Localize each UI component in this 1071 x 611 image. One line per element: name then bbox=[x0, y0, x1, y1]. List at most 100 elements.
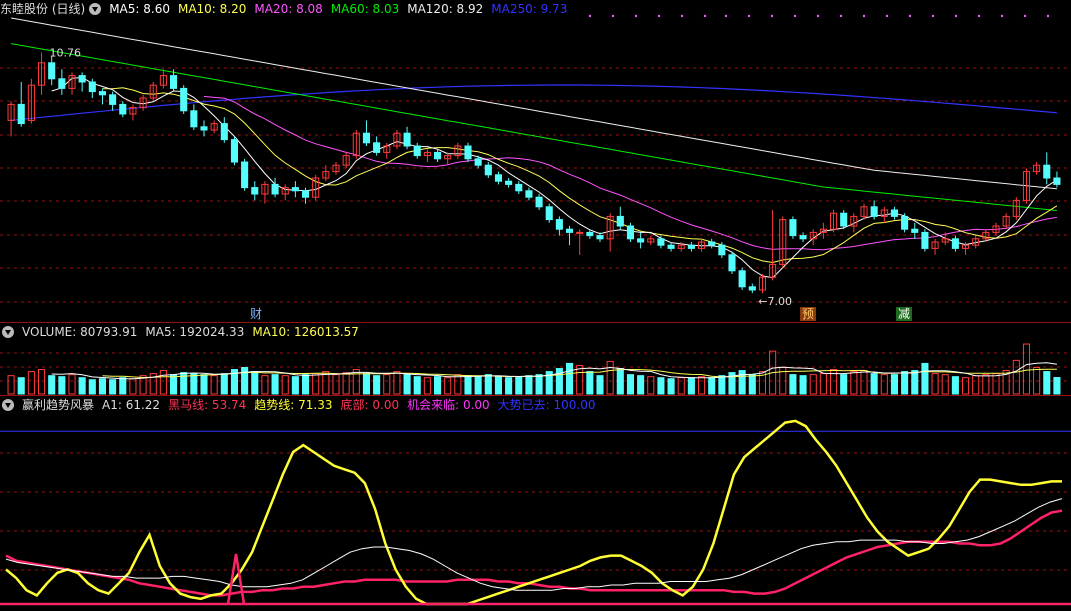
volume-bar bbox=[423, 377, 431, 395]
volume-bar bbox=[383, 374, 391, 395]
volume-bar bbox=[1043, 371, 1051, 395]
candle-body bbox=[667, 244, 675, 249]
volume-bar bbox=[7, 375, 15, 395]
candle-body bbox=[119, 103, 127, 115]
header-dot bbox=[862, 14, 866, 18]
a1-line bbox=[5, 498, 1063, 591]
stock-title[interactable]: 东睦股份 (日线) bbox=[0, 0, 85, 18]
volume-bar bbox=[454, 374, 462, 395]
volume-bar bbox=[251, 371, 259, 395]
volume-bar bbox=[799, 375, 807, 395]
candle-body bbox=[1053, 177, 1061, 185]
volume-bar bbox=[951, 376, 959, 395]
volume-bar bbox=[525, 375, 533, 395]
low-price-label: ←7.00 bbox=[758, 295, 792, 308]
trend-line bbox=[5, 419, 1062, 606]
indicator-name[interactable]: 赢利趋势风暴 bbox=[22, 396, 94, 414]
candle-body bbox=[870, 206, 878, 217]
candle-body bbox=[728, 254, 736, 272]
header-dot bbox=[1023, 14, 1027, 18]
candle-body bbox=[301, 190, 310, 198]
header-dot bbox=[611, 14, 615, 18]
marker-jian[interactable]: 减 bbox=[896, 307, 913, 321]
header-dot bbox=[816, 14, 820, 18]
legend-ma120: MA120: 8.92 bbox=[407, 2, 484, 16]
price-panel: 东睦股份 (日线) MA5: 8.60 MA10: 8.20 MA20: 8.0… bbox=[0, 0, 1071, 322]
marker-yu[interactable]: 预 bbox=[800, 307, 817, 321]
legend-trend: 趋势线: 71.33 bbox=[254, 398, 333, 412]
header-dot bbox=[977, 14, 981, 18]
candle-body bbox=[545, 206, 553, 221]
volume-bar bbox=[98, 378, 107, 395]
candle-body bbox=[373, 142, 381, 153]
candle-body bbox=[494, 174, 503, 182]
candle-body bbox=[708, 241, 716, 246]
volume-bar bbox=[931, 373, 939, 395]
candle-body bbox=[535, 196, 543, 208]
header-dot bbox=[1000, 14, 1004, 18]
legend-bottom: 底部: 0.00 bbox=[340, 398, 400, 412]
volume-bar bbox=[789, 374, 797, 395]
volume-bar bbox=[200, 374, 208, 395]
volume-panel: VOLUME: 80793.91 MA5: 192024.33 MA10: 12… bbox=[0, 323, 1071, 395]
volume-bar bbox=[190, 373, 198, 395]
volume-bar bbox=[637, 375, 645, 395]
candle-body bbox=[484, 164, 492, 176]
candle-body bbox=[626, 225, 635, 240]
collapse-triangle-icon[interactable] bbox=[2, 399, 14, 411]
candle-body bbox=[789, 219, 797, 237]
volume-bar bbox=[241, 367, 249, 395]
price-legend: 东睦股份 (日线) MA5: 8.60 MA10: 8.20 MA20: 8.0… bbox=[0, 0, 575, 18]
volume-bar bbox=[271, 374, 279, 395]
collapse-triangle-icon[interactable] bbox=[2, 326, 14, 338]
volume-bar bbox=[48, 375, 56, 395]
volume-bar bbox=[403, 374, 411, 395]
volume-bar bbox=[393, 371, 401, 395]
header-dot bbox=[885, 14, 889, 18]
marker-cai[interactable]: 财 bbox=[248, 307, 264, 321]
candle-body bbox=[718, 244, 726, 256]
header-dot bbox=[634, 14, 638, 18]
volume-bar bbox=[464, 375, 472, 395]
volume-bar bbox=[37, 369, 46, 395]
volume-bar bbox=[444, 377, 452, 395]
candle-body bbox=[413, 145, 421, 157]
candle-body bbox=[901, 215, 909, 230]
candle-body bbox=[200, 126, 208, 131]
volume-bar bbox=[58, 376, 66, 395]
header-dot bbox=[703, 14, 707, 18]
header-dot bbox=[954, 14, 958, 18]
legend-volume: VOLUME: 80793.91 bbox=[22, 325, 138, 339]
volume-bar bbox=[809, 374, 817, 395]
volume-bar bbox=[911, 370, 919, 395]
header-dot bbox=[839, 14, 843, 18]
volume-bar bbox=[901, 371, 909, 395]
indicator-chart[interactable] bbox=[0, 396, 1071, 611]
volume-bar bbox=[362, 373, 371, 395]
volume-legend: VOLUME: 80793.91 MA5: 192024.33 MA10: 12… bbox=[0, 323, 367, 341]
volume-bar bbox=[860, 370, 868, 395]
candle-body bbox=[474, 158, 482, 166]
volume-bar bbox=[474, 376, 482, 395]
volume-bar bbox=[626, 374, 635, 395]
volume-bar bbox=[586, 371, 594, 395]
header-dot bbox=[657, 14, 661, 18]
volume-bar bbox=[677, 377, 685, 395]
header-dot bbox=[747, 14, 751, 18]
volume-bar bbox=[169, 374, 178, 395]
ma120-line bbox=[11, 17, 1057, 190]
candle-body bbox=[88, 81, 96, 93]
volume-bar bbox=[941, 374, 949, 395]
candle-body bbox=[180, 87, 188, 112]
volume-bar bbox=[657, 377, 665, 395]
price-chart[interactable]: 10.76 ←7.00 bbox=[0, 0, 1071, 322]
candle-body bbox=[362, 132, 371, 144]
candle-body bbox=[190, 110, 198, 128]
high-price-label: 10.76 bbox=[50, 47, 82, 60]
volume-bar bbox=[301, 374, 310, 395]
candle-body bbox=[251, 187, 259, 195]
candle-body bbox=[799, 235, 807, 240]
collapse-triangle-icon[interactable] bbox=[89, 3, 102, 15]
candle-body bbox=[555, 219, 563, 230]
volume-bar bbox=[535, 374, 543, 395]
